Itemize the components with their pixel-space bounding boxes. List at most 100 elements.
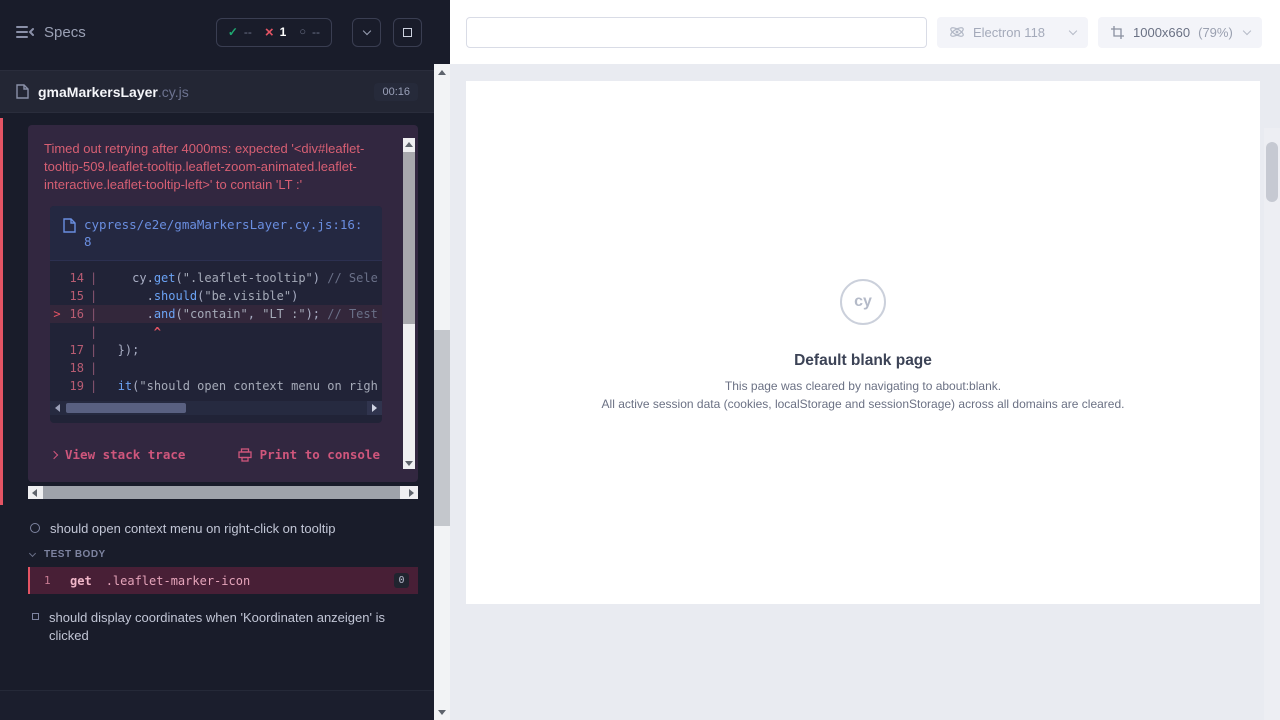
- browser-selector[interactable]: Electron 118: [937, 17, 1088, 48]
- code-line-caret: | ^: [50, 323, 382, 341]
- code-frame: cypress/e2e/gmaMarkersLayer.cy.js:16:8 1…: [50, 206, 382, 423]
- aut-iframe: cy Default blank page This page was clea…: [466, 81, 1260, 604]
- chevron-down-icon: [1243, 26, 1251, 34]
- test-title: should display coordinates when 'Koordin…: [49, 609, 385, 645]
- reporter-sidebar: Specs ✓-- ×1 ○-- gmaMarkersLayer.cy.js 0…: [0, 0, 450, 720]
- stat-failed: ×1: [265, 25, 286, 40]
- aut-toolbar: Electron 118 1000x660 (79%): [450, 0, 1280, 64]
- test-state-icon: [30, 523, 40, 533]
- scrollbar-thumb[interactable]: [403, 152, 415, 324]
- scrollbar-thumb[interactable]: [43, 486, 400, 499]
- code-token: ): [291, 289, 298, 303]
- url-input[interactable]: [466, 17, 927, 48]
- failed-test-block: Timed out retrying after 4000ms: expecte…: [0, 118, 434, 505]
- stop-tests-button[interactable]: [393, 18, 422, 47]
- test-item[interactable]: should display coordinates when 'Koordin…: [0, 609, 434, 645]
- code-line-highlighted: >16| .and("contain", "LT :"); // Test: [50, 305, 382, 323]
- code-token: // Sele: [327, 271, 378, 285]
- stat-passed: ✓--: [228, 25, 252, 39]
- cypress-logo: cy: [840, 279, 886, 325]
- viewport-selector[interactable]: 1000x660 (79%): [1098, 17, 1262, 48]
- chevron-down-icon: [362, 26, 370, 34]
- viewport-size: 1000x660: [1133, 25, 1190, 40]
- file-icon: [63, 218, 76, 233]
- reporter-header: Specs ✓-- ×1 ○--: [0, 0, 434, 64]
- blank-page-message-1: This page was cleared by navigating to a…: [725, 379, 1001, 393]
- print-to-console-link[interactable]: Print to console: [238, 447, 380, 462]
- scroll-up-icon[interactable]: [434, 64, 450, 80]
- error-horizontal-scrollbar[interactable]: [28, 486, 418, 499]
- blank-page-message-2: All active session data (cookies, localS…: [602, 397, 1125, 411]
- scroll-down-icon[interactable]: [403, 457, 415, 469]
- code-token: "LT :": [262, 307, 305, 321]
- scroll-left-icon[interactable]: [50, 401, 65, 415]
- code-token: get: [154, 271, 176, 285]
- code-token: should: [154, 289, 197, 303]
- blank-page-title: Default blank page: [794, 352, 932, 370]
- file-path: cypress/e2e/gmaMarkersLayer.cy.js:16:8: [84, 216, 369, 250]
- chevron-down-icon: [1069, 26, 1077, 34]
- failed-icon: ×: [265, 25, 274, 40]
- code-token: ^: [103, 325, 161, 339]
- sidebar-scrollbar[interactable]: [434, 64, 450, 720]
- code-line: 14| cy.get(".leaflet-tooltip") // Sele: [50, 269, 382, 287]
- code-token: "be.visible": [204, 289, 291, 303]
- electron-icon: [949, 24, 965, 40]
- error-vertical-scrollbar[interactable]: [403, 138, 415, 469]
- reporter-footer: [0, 690, 434, 720]
- code-token: it: [118, 379, 132, 393]
- spec-extension: .cy.js: [158, 84, 189, 100]
- cypress-app: Specs ✓-- ×1 ○-- gmaMarkersLayer.cy.js 0…: [0, 0, 1280, 720]
- scroll-right-icon[interactable]: [405, 486, 418, 499]
- aut-panel: Electron 118 1000x660 (79%) cy Default b…: [450, 0, 1280, 720]
- code-line: 15| .should("be.visible"): [50, 287, 382, 305]
- error-actions: View stack trace Print to console: [44, 447, 402, 462]
- specs-list-icon[interactable]: [16, 25, 34, 39]
- code-token: .: [103, 289, 154, 303]
- command-log-entry[interactable]: 1 get .leaflet-marker-icon 0: [28, 567, 418, 594]
- test-body-section-header[interactable]: TEST BODY: [0, 549, 434, 560]
- aut-content-area: cy Default blank page This page was clea…: [450, 64, 1280, 720]
- chevron-down-icon: [29, 549, 36, 556]
- specs-link[interactable]: Specs: [44, 24, 86, 41]
- code-line: 17| });: [50, 341, 382, 359]
- command-name: get: [70, 574, 92, 588]
- view-stack-trace-link[interactable]: View stack trace: [51, 447, 185, 462]
- passed-icon: ✓: [228, 25, 238, 39]
- scroll-down-icon[interactable]: [434, 704, 450, 720]
- code-line: 18|: [50, 359, 382, 377]
- code-horizontal-scrollbar[interactable]: [50, 401, 382, 415]
- scrollbar-thumb[interactable]: [66, 403, 186, 413]
- viewport-scale-icon: [1110, 25, 1125, 40]
- printer-icon: [238, 448, 252, 462]
- spec-file-icon: [16, 84, 29, 99]
- error-message: Timed out retrying after 4000ms: expecte…: [44, 140, 402, 194]
- code-token: ): [313, 271, 327, 285]
- scrollbar-thumb[interactable]: [1266, 142, 1278, 202]
- scrollbar-thumb[interactable]: [434, 330, 450, 526]
- collapse-all-button[interactable]: [352, 18, 381, 47]
- error-panel: Timed out retrying after 4000ms: expecte…: [28, 125, 418, 482]
- scroll-right-icon[interactable]: [367, 401, 382, 415]
- scroll-up-icon[interactable]: [403, 138, 415, 150]
- spec-header[interactable]: gmaMarkersLayer.cy.js 00:16: [0, 70, 434, 113]
- code-token: [103, 379, 117, 393]
- chevron-right-icon: [50, 450, 58, 458]
- code-frame-file-link[interactable]: cypress/e2e/gmaMarkersLayer.cy.js:16:8: [50, 206, 382, 261]
- command-count-badge: 0: [394, 573, 409, 588]
- spec-title: gmaMarkersLayer.cy.js: [38, 84, 189, 100]
- scroll-left-icon[interactable]: [28, 486, 41, 499]
- pending-icon: ○: [299, 26, 306, 38]
- main-scrollbar[interactable]: [1264, 128, 1280, 720]
- spec-name: gmaMarkersLayer: [38, 84, 158, 100]
- test-body-label: TEST BODY: [44, 549, 106, 560]
- reporter-content: Specs ✓-- ×1 ○-- gmaMarkersLayer.cy.js 0…: [0, 0, 434, 720]
- code-token: cy.: [103, 271, 154, 285]
- failed-count: 1: [280, 25, 287, 39]
- test-stats: ✓-- ×1 ○--: [216, 18, 332, 47]
- stat-pending: ○--: [299, 25, 320, 39]
- test-item[interactable]: should open context menu on right-click …: [0, 520, 434, 538]
- code-token: (: [176, 307, 183, 321]
- code-token: });: [103, 343, 139, 357]
- stop-icon: [403, 28, 412, 37]
